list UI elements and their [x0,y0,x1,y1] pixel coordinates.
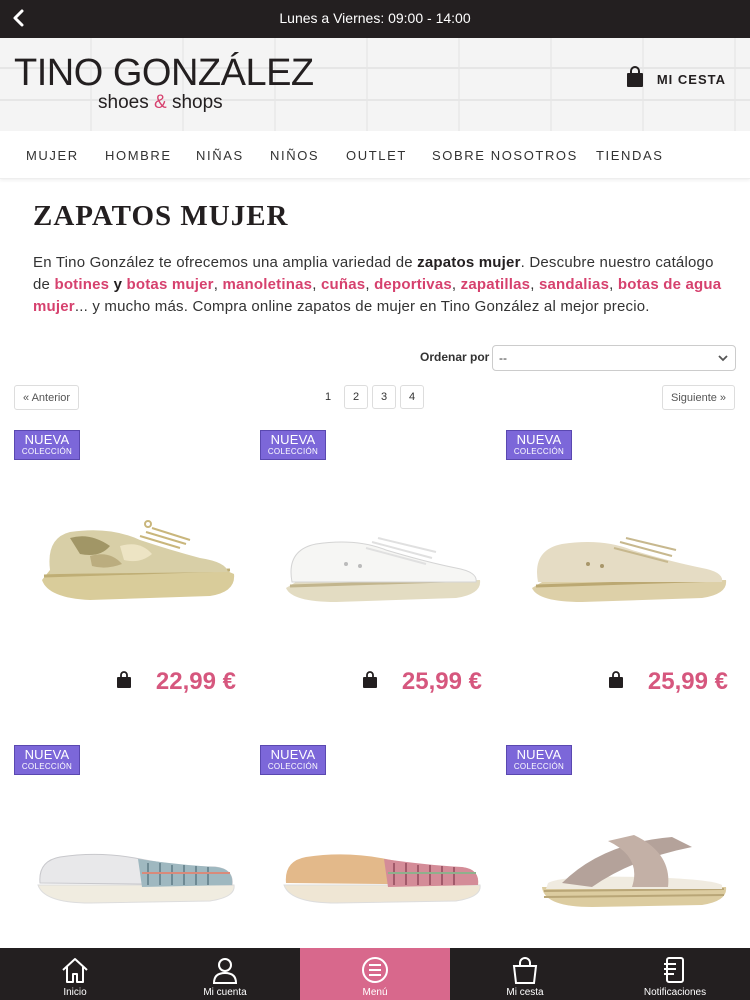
product-image [542,835,727,907]
shopping-bag-icon[interactable] [608,670,624,694]
product-image [286,537,481,602]
bottom-tab-bar: Inicio Mi cuenta Menú Mi cesta Notificac… [0,948,750,1000]
tab-notificaciones[interactable]: Notificaciones [600,948,750,1000]
site-header: TINO GONZÁLEZ shoes & shops MI CESTA [0,38,750,131]
tab-mi-cesta[interactable]: Mi cesta [450,948,600,1000]
product-price: 25,99 € [647,668,728,695]
pagination-prev-button[interactable]: « Anterior [14,385,80,410]
product-price: 25,99 € [401,668,482,695]
link-deportivas[interactable]: deportivas [374,276,452,293]
new-collection-badge: NUEVA COLECCIÓN [506,430,572,460]
pagination-page-2[interactable]: 2 [344,385,368,409]
new-collection-badge: NUEVA COLECCIÓN [260,430,326,460]
page-title: ZAPATOS MUJER [33,200,289,232]
product-price: 22,99 € [155,668,236,695]
home-icon [62,958,88,983]
link-zapatillas[interactable]: zapatillas [461,276,531,293]
nav-item-mujer[interactable]: MUJER [26,148,79,163]
cart-label: MI CESTA [656,72,726,87]
product-card[interactable]: NUEVA COLECCIÓN 25,99 € [260,430,492,710]
sort-value: -- [499,351,507,365]
user-icon [212,958,238,984]
link-botas-mujer[interactable]: botas mujer [126,276,213,293]
tab-inicio[interactable]: Inicio [0,948,150,1000]
tab-label: Menú [362,987,388,998]
nav-item-tiendas[interactable]: TIENDAS [596,148,664,163]
product-image [532,537,727,602]
cart-button[interactable]: MI CESTA [625,66,726,93]
nav-item-sobre-nosotros[interactable]: SOBRE NOSOTROS [432,148,578,163]
nav-item-ninas[interactable]: NIÑAS [196,148,244,163]
pagination-page-4[interactable]: 4 [400,385,424,409]
pagination-page-3[interactable]: 3 [372,385,396,409]
category-intro: En Tino González te ofrecemos una amplia… [33,254,722,315]
price-row: 25,99 € [362,668,482,696]
shopping-bag-icon [512,957,538,984]
notifications-icon [664,957,684,983]
logo-subtitle: shoes & shops [98,92,223,113]
opening-hours: Lunes a Viernes: 09:00 - 14:00 [279,10,471,26]
chevron-down-icon [717,352,729,367]
shopping-bag-icon[interactable] [116,670,132,694]
product-image [37,853,235,904]
sort-label: Ordenar por [420,350,490,364]
link-cunas[interactable]: cuñas [321,276,365,293]
product-image [42,520,235,600]
nav-item-outlet[interactable]: OUTLET [346,148,407,163]
tab-mi-cuenta[interactable]: Mi cuenta [150,948,300,1000]
tab-label: Inicio [63,987,87,998]
price-row: 22,99 € [116,668,236,696]
product-card[interactable]: NUEVA COLECCIÓN 25,99 € [506,430,738,710]
product-image [283,854,481,904]
shopping-bag-icon[interactable] [362,670,378,694]
main-nav: MUJER HOMBRE NIÑAS NIÑOS OUTLET SOBRE NO… [0,131,750,179]
pagination-next-button[interactable]: Siguiente » [662,385,736,410]
new-collection-badge: NUEVA COLECCIÓN [14,430,80,460]
link-sandalias[interactable]: sandalias [539,276,609,293]
sort-select[interactable]: -- [492,345,736,371]
shopping-bag-icon [625,66,645,93]
new-collection-badge: NUEVA COLECCIÓN [506,745,572,775]
top-bar: Lunes a Viernes: 09:00 - 14:00 [0,0,750,38]
new-collection-badge: NUEVA COLECCIÓN [260,745,326,775]
tab-menu[interactable]: Menú [300,948,450,1000]
menu-icon [362,957,388,983]
link-botines[interactable]: botines [54,276,109,293]
new-collection-badge: NUEVA COLECCIÓN [14,745,80,775]
tab-label: Notificaciones [643,987,707,998]
product-card[interactable]: NUEVA COLECCIÓN 22,99 € [14,430,246,710]
tab-label: Mi cesta [506,987,544,998]
nav-item-hombre[interactable]: HOMBRE [105,148,172,163]
logo-title[interactable]: TINO GONZÁLEZ [14,52,314,95]
tab-label: Mi cuenta [203,987,247,998]
pagination-page-1[interactable]: 1 [316,385,340,409]
price-row: 25,99 € [608,668,728,696]
link-manoletinas[interactable]: manoletinas [222,276,312,293]
nav-item-ninos[interactable]: NIÑOS [270,148,319,163]
